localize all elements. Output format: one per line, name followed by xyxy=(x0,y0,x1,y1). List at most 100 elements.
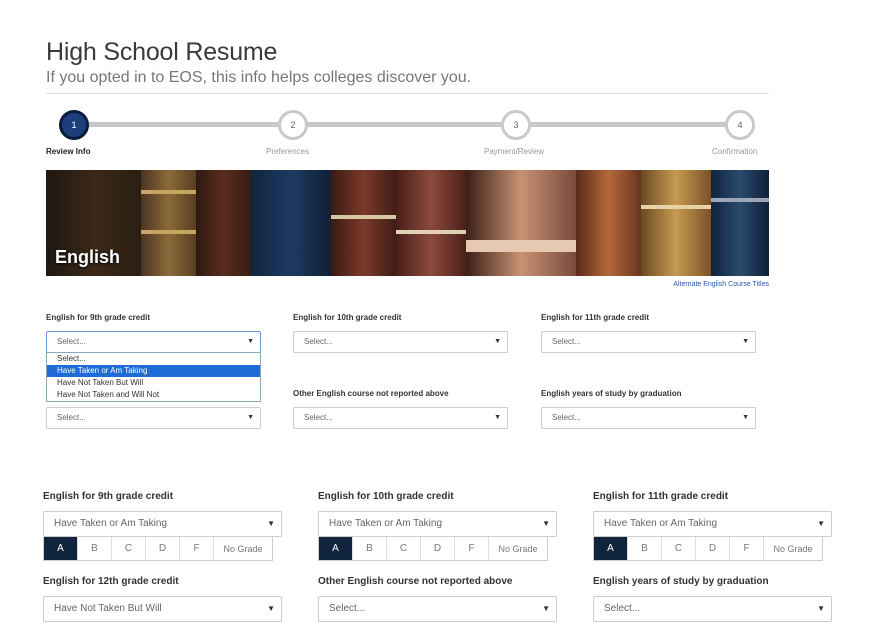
select-value: Select... xyxy=(552,413,581,422)
grade-selector-10th: A B C D F No Grade xyxy=(318,537,548,561)
field-label: English for 9th grade credit xyxy=(46,313,151,322)
select-value: Have Taken or Am Taking xyxy=(604,518,718,529)
select-value: Select... xyxy=(552,337,581,346)
field-label: English for 10th grade credit xyxy=(293,313,402,322)
no-grade-button[interactable]: No Grade xyxy=(489,537,547,560)
book-spine xyxy=(331,170,396,276)
field-label: English for 9th grade credit xyxy=(43,491,174,502)
page-subtitle: If you opted in to EOS, this info helps … xyxy=(46,69,472,86)
book-band xyxy=(711,198,769,202)
book-band xyxy=(331,215,396,219)
banner-title: English xyxy=(55,247,121,267)
chevron-down-icon: ▼ xyxy=(742,338,749,345)
dropdown-option[interactable]: Select... xyxy=(47,353,260,365)
book-spine xyxy=(141,170,196,276)
chevron-down-icon: ▼ xyxy=(247,338,254,345)
step-4-label: Confirmation xyxy=(712,147,758,156)
english-11th-select[interactable]: Select... ▼ xyxy=(541,331,756,353)
chevron-down-icon: ▼ xyxy=(817,604,825,613)
dropdown-option[interactable]: Have Not Taken and Will Not xyxy=(47,389,260,401)
other-english-select[interactable]: Select... ▼ xyxy=(293,407,508,429)
book-spine xyxy=(641,170,711,276)
select-value: Have Taken or Am Taking xyxy=(329,518,443,529)
grade-c-button[interactable]: C xyxy=(662,537,696,560)
grade-d-button[interactable]: D xyxy=(146,537,180,560)
no-grade-button[interactable]: No Grade xyxy=(764,537,822,560)
english-10th-select[interactable]: Select... ▼ xyxy=(293,331,508,353)
english-11th-select-filled[interactable]: Have Taken or Am Taking ▼ xyxy=(593,511,832,537)
field-label: English for 11th grade credit xyxy=(541,313,650,322)
chevron-down-icon: ▼ xyxy=(267,604,275,613)
step-2-label: Preferences xyxy=(266,147,310,156)
grade-a-button[interactable]: A xyxy=(319,537,353,560)
grade-c-button[interactable]: C xyxy=(112,537,146,560)
other-english-select-filled[interactable]: Select... ▼ xyxy=(318,596,557,622)
field-label: English years of study by graduation xyxy=(593,576,769,587)
book-band xyxy=(141,230,196,234)
english-9th-select[interactable]: Select... ▼ xyxy=(46,331,261,353)
step-1-label: Review Info xyxy=(46,147,91,156)
select-value: Have Taken or Am Taking xyxy=(54,518,168,529)
grade-a-button[interactable]: A xyxy=(44,537,78,560)
grade-b-button[interactable]: B xyxy=(353,537,387,560)
chevron-down-icon: ▼ xyxy=(817,519,825,528)
select-value: Select... xyxy=(57,413,86,422)
grade-c-button[interactable]: C xyxy=(387,537,421,560)
dropdown-option[interactable]: Have Not Taken But Will xyxy=(47,377,260,389)
english-12th-select[interactable]: Select... ▼ xyxy=(46,407,261,429)
select-value: Have Not Taken But Will xyxy=(54,603,162,614)
grade-b-button[interactable]: B xyxy=(628,537,662,560)
step-4-circle[interactable]: 4 xyxy=(725,110,755,140)
chevron-down-icon: ▼ xyxy=(494,338,501,345)
step-1-circle[interactable]: 1 xyxy=(59,110,89,140)
book-spine xyxy=(396,170,466,276)
english-10th-select-filled[interactable]: Have Taken or Am Taking ▼ xyxy=(318,511,557,537)
field-label: English for 10th grade credit xyxy=(318,491,454,502)
grade-f-button[interactable]: F xyxy=(455,537,489,560)
select-value: Select... xyxy=(57,337,86,346)
field-label: English for 11th grade credit xyxy=(593,491,729,502)
english-years-select-filled[interactable]: Select... ▼ xyxy=(593,596,832,622)
step-2-circle[interactable]: 2 xyxy=(278,110,308,140)
chevron-down-icon: ▼ xyxy=(247,414,254,421)
chevron-down-icon: ▼ xyxy=(267,519,275,528)
book-spine xyxy=(251,170,331,276)
field-label: English for 12th grade credit xyxy=(43,576,179,587)
grade-b-button[interactable]: B xyxy=(78,537,112,560)
grade-d-button[interactable]: D xyxy=(421,537,455,560)
book-spine xyxy=(466,170,576,276)
grade-f-button[interactable]: F xyxy=(180,537,214,560)
field-label: Other English course not reported above xyxy=(318,576,513,587)
book-band xyxy=(641,205,711,209)
dropdown-menu[interactable]: Select... Have Taken or Am Taking Have N… xyxy=(46,352,261,402)
alternate-course-titles-link[interactable]: Alternate English Course Titles xyxy=(673,281,769,288)
chevron-down-icon: ▼ xyxy=(542,604,550,613)
book-band xyxy=(466,240,576,252)
chevron-down-icon: ▼ xyxy=(742,414,749,421)
dropdown-option[interactable]: Have Taken or Am Taking xyxy=(47,365,260,377)
english-9th-select-filled[interactable]: Have Taken or Am Taking ▼ xyxy=(43,511,282,537)
book-spine xyxy=(711,170,769,276)
select-value: Select... xyxy=(304,413,333,422)
select-value: Select... xyxy=(329,603,366,614)
select-value: Select... xyxy=(604,603,641,614)
step-3-circle[interactable]: 3 xyxy=(501,110,531,140)
field-label: Other English course not reported above xyxy=(293,389,449,398)
english-12th-select-filled[interactable]: Have Not Taken But Will ▼ xyxy=(43,596,282,622)
no-grade-button[interactable]: No Grade xyxy=(214,537,272,560)
header-divider xyxy=(46,93,769,94)
english-years-select[interactable]: Select... ▼ xyxy=(541,407,756,429)
page-title: High School Resume xyxy=(46,38,278,66)
grade-selector-9th: A B C D F No Grade xyxy=(43,537,273,561)
book-band xyxy=(396,230,466,234)
book-band xyxy=(141,190,196,194)
book-spine xyxy=(576,170,641,276)
chevron-down-icon: ▼ xyxy=(494,414,501,421)
subject-banner: English xyxy=(46,170,769,276)
grade-a-button[interactable]: A xyxy=(594,537,628,560)
grade-f-button[interactable]: F xyxy=(730,537,764,560)
select-value: Select... xyxy=(304,337,333,346)
field-label: English years of study by graduation xyxy=(541,389,682,398)
grade-d-button[interactable]: D xyxy=(696,537,730,560)
chevron-down-icon: ▼ xyxy=(542,519,550,528)
